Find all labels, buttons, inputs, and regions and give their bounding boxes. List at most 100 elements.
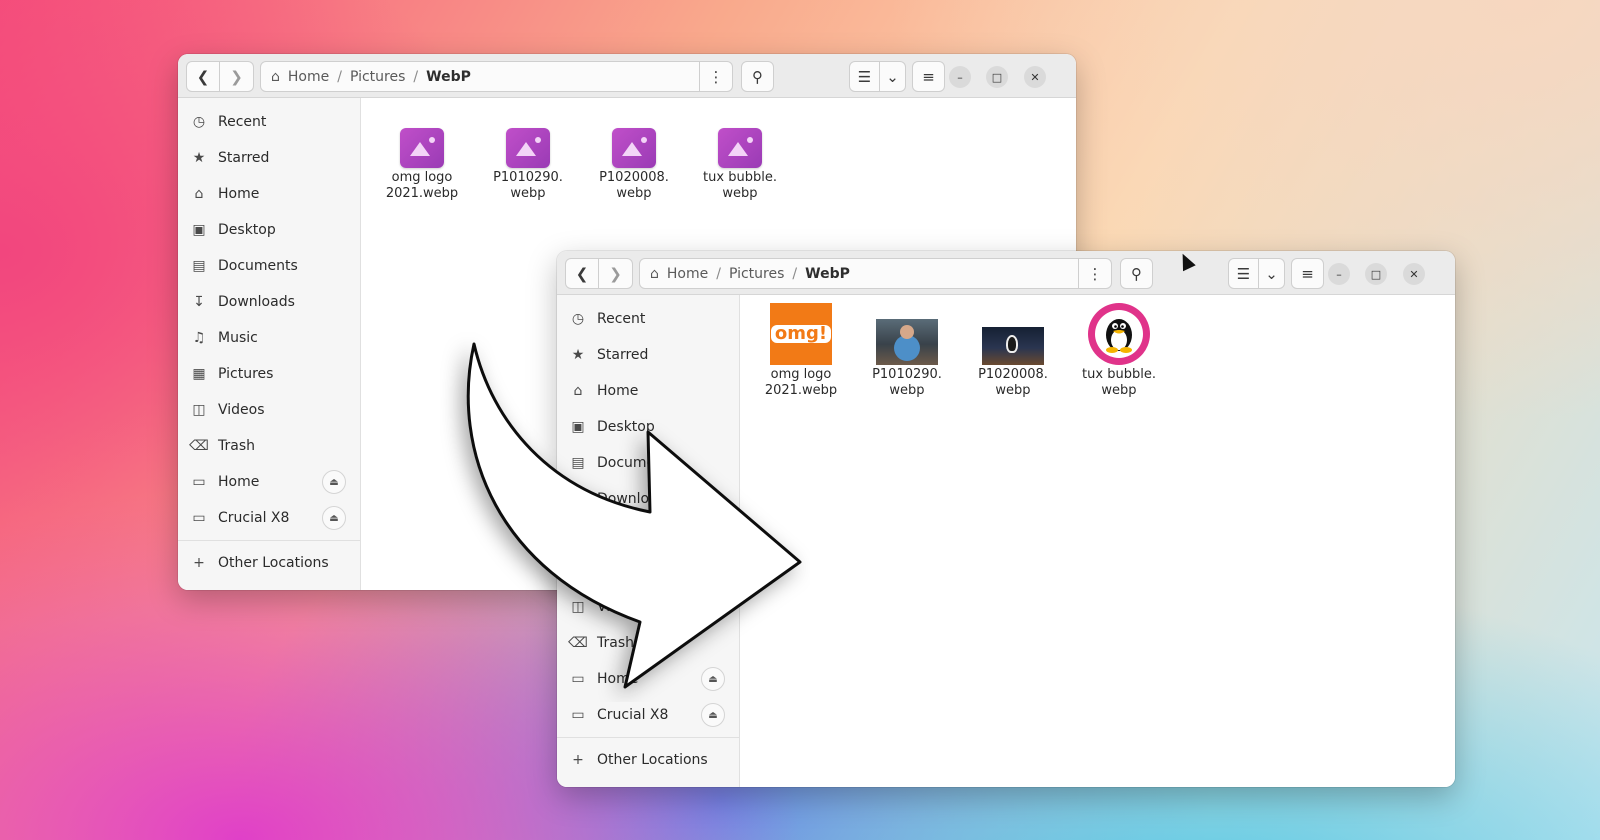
path-menu-button[interactable]: ⋮ bbox=[700, 61, 733, 92]
file-item[interactable]: P1010290. webp bbox=[859, 303, 955, 399]
sidebar-item-videos[interactable]: ◫ Videos bbox=[178, 392, 360, 428]
sidebar-item-desktop[interactable]: ▣ Desktop bbox=[178, 212, 360, 248]
search-button[interactable]: ⚲ bbox=[741, 61, 774, 92]
file-item[interactable]: P1020008. webp bbox=[965, 303, 1061, 399]
download-icon: ↧ bbox=[193, 294, 205, 310]
chevron-down-icon: ⌄ bbox=[1265, 264, 1278, 283]
chevron-right-icon: ❯ bbox=[609, 264, 622, 283]
file-name: P1020008. bbox=[599, 170, 669, 185]
eject-button[interactable]: ⏏ bbox=[322, 506, 346, 530]
sidebar-item-pictures[interactable]: ▦ Pictures bbox=[178, 356, 360, 392]
sidebar-item-trash[interactable]: ⌫ Trash bbox=[178, 428, 360, 464]
sidebar-item-label: Downloads bbox=[218, 294, 295, 310]
desktop-icon: ▣ bbox=[192, 222, 206, 238]
sidebar-item-starred[interactable]: ★ Starred bbox=[178, 140, 360, 176]
list-view-icon: ☰ bbox=[857, 67, 872, 86]
path-segment-home[interactable]: Home bbox=[288, 69, 329, 85]
plus-icon: + bbox=[572, 752, 584, 768]
path-separator: / bbox=[792, 265, 798, 282]
main-menu-button[interactable]: ≡ bbox=[912, 61, 945, 92]
maximize-button[interactable]: □ bbox=[1365, 263, 1387, 285]
sidebar-item-crucial-drive[interactable]: ▭ Crucial X8 ⏏ bbox=[178, 500, 360, 536]
path-menu-button[interactable]: ⋮ bbox=[1079, 258, 1112, 289]
drive-icon: ▭ bbox=[192, 510, 206, 526]
sidebar-item-recent[interactable]: ◷ Recent bbox=[178, 104, 360, 140]
home-icon: ⌂ bbox=[194, 186, 204, 202]
sidebar-item-other-locations[interactable]: + Other Locations bbox=[178, 545, 360, 581]
eject-button[interactable]: ⏏ bbox=[322, 470, 346, 494]
file-name: webp bbox=[510, 186, 546, 201]
home-icon: ⌂ bbox=[650, 265, 659, 282]
sidebar-item-home[interactable]: ⌂ Home bbox=[178, 176, 360, 212]
path-segment-home[interactable]: Home bbox=[667, 266, 708, 282]
close-button[interactable]: ✕ bbox=[1403, 263, 1425, 285]
path-segment-current[interactable]: WebP bbox=[805, 266, 850, 282]
path-segment-pictures[interactable]: Pictures bbox=[350, 69, 405, 85]
sidebar-item-label: Recent bbox=[597, 311, 646, 327]
file-name: webp bbox=[722, 186, 758, 201]
file-name: 2021.webp bbox=[385, 186, 459, 201]
file-item[interactable]: tux bubble. webp bbox=[692, 106, 788, 202]
chevron-down-icon: ⌄ bbox=[886, 67, 899, 86]
sidebar: ◷ Recent ★ Starred ⌂ Home ▣ Desktop ▤ Documen… bbox=[178, 98, 361, 590]
star-icon: ★ bbox=[192, 150, 206, 166]
file-grid: omg! omg logo 2021.webp P1010290. webp P… bbox=[741, 295, 1455, 787]
view-options-dropdown[interactable]: ⌄ bbox=[1259, 258, 1285, 289]
file-name: P1010290. bbox=[493, 170, 563, 185]
file-item[interactable]: omg logo 2021.webp bbox=[374, 106, 470, 202]
plus-icon: + bbox=[193, 555, 205, 571]
image-icon: ▦ bbox=[192, 366, 206, 382]
sidebar-item-label: Home bbox=[218, 474, 260, 490]
eject-button[interactable]: ⏏ bbox=[701, 703, 725, 727]
minimize-button[interactable]: – bbox=[949, 66, 971, 88]
chevron-left-icon: ❮ bbox=[575, 264, 589, 283]
sidebar-item-label: Crucial X8 bbox=[218, 510, 290, 526]
photo-thumbnail bbox=[982, 327, 1044, 365]
minimize-button[interactable]: – bbox=[1328, 263, 1350, 285]
sidebar-divider bbox=[557, 737, 739, 738]
close-button[interactable]: ✕ bbox=[1024, 66, 1046, 88]
image-file-icon bbox=[400, 128, 444, 168]
file-name: webp bbox=[889, 383, 925, 398]
minimize-icon: – bbox=[1336, 267, 1342, 281]
sidebar-item-label: Home bbox=[218, 186, 260, 202]
sidebar-item-music[interactable]: ♫ Music bbox=[178, 320, 360, 356]
file-item[interactable]: tux bubble. webp bbox=[1071, 303, 1167, 399]
sidebar-item-other-locations[interactable]: + Other Locations bbox=[557, 742, 739, 778]
sidebar-item-crucial-drive[interactable]: ▭ Crucial X8 ⏏ bbox=[557, 697, 739, 733]
drive-icon: ▭ bbox=[571, 707, 585, 723]
path-segment-current[interactable]: WebP bbox=[426, 69, 471, 85]
trash-icon: ⌫ bbox=[189, 438, 209, 454]
main-menu-button[interactable]: ≡ bbox=[1291, 258, 1324, 289]
maximize-button[interactable]: □ bbox=[986, 66, 1008, 88]
chevron-left-icon: ❮ bbox=[196, 67, 210, 86]
view-list-button[interactable]: ☰ bbox=[849, 61, 880, 92]
eject-icon: ⏏ bbox=[329, 512, 339, 524]
sidebar-item-home-drive[interactable]: ▭ Home ⏏ bbox=[178, 464, 360, 500]
sidebar-item-documents[interactable]: ▤ Documents bbox=[178, 248, 360, 284]
search-icon: ⚲ bbox=[1131, 264, 1142, 283]
video-icon: ◫ bbox=[192, 402, 206, 418]
back-button[interactable]: ❮ bbox=[186, 61, 220, 92]
path-segment-pictures[interactable]: Pictures bbox=[729, 266, 784, 282]
forward-button[interactable]: ❯ bbox=[220, 61, 254, 92]
clock-icon: ◷ bbox=[192, 114, 206, 130]
music-icon: ♫ bbox=[192, 330, 206, 346]
search-button[interactable]: ⚲ bbox=[1120, 258, 1153, 289]
minimize-icon: – bbox=[957, 70, 963, 84]
view-list-button[interactable]: ☰ bbox=[1228, 258, 1259, 289]
file-name: webp bbox=[995, 383, 1031, 398]
file-item[interactable]: P1010290. webp bbox=[480, 106, 576, 202]
forward-button[interactable]: ❯ bbox=[599, 258, 633, 289]
search-icon: ⚲ bbox=[752, 67, 763, 86]
view-options-dropdown[interactable]: ⌄ bbox=[880, 61, 906, 92]
file-item[interactable]: P1020008. webp bbox=[586, 106, 682, 202]
sidebar-item-downloads[interactable]: ↧ Downloads bbox=[178, 284, 360, 320]
maximize-icon: □ bbox=[1370, 267, 1382, 281]
sidebar-item-label: Starred bbox=[218, 150, 270, 166]
back-button[interactable]: ❮ bbox=[565, 258, 599, 289]
close-icon: ✕ bbox=[1409, 267, 1419, 281]
file-name: omg logo bbox=[391, 170, 453, 185]
file-name: P1020008. bbox=[978, 367, 1048, 382]
close-icon: ✕ bbox=[1030, 70, 1040, 84]
